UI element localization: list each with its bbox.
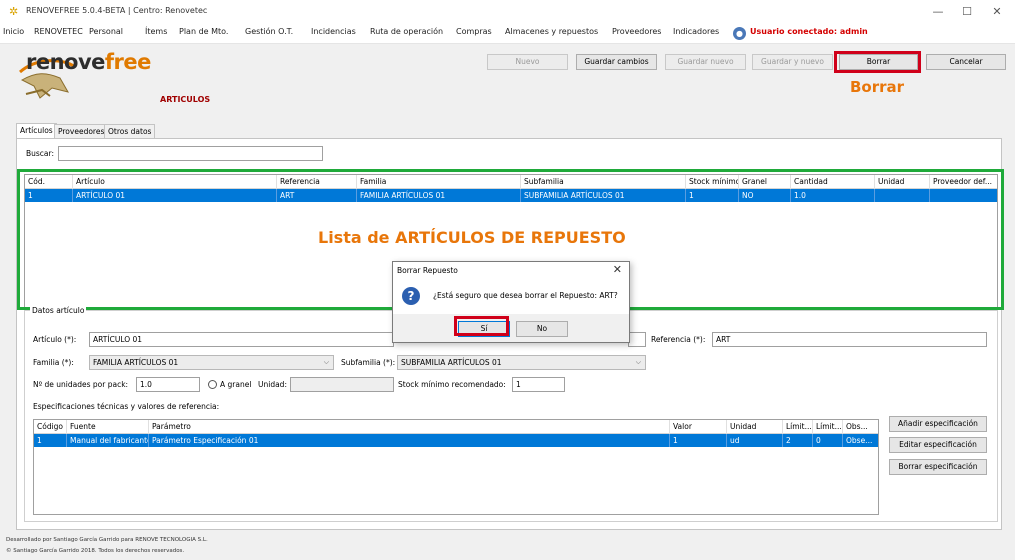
- cancelar-button[interactable]: Cancelar: [926, 54, 1006, 70]
- spec-cell-valor: 1: [670, 434, 727, 447]
- close-window-button[interactable]: ✕: [982, 2, 1012, 22]
- familia-select-value: FAMILIA ARTÍCULOS 01: [93, 358, 179, 367]
- menu-bar: Inicio RENOVETEC Personal Ítems Plan de …: [0, 24, 1015, 44]
- spec-col-limite-2[interactable]: Límit...: [813, 420, 843, 434]
- spec-cell-parametro: Parámetro Especificación 01: [149, 434, 670, 447]
- referencia-field[interactable]: ART: [712, 332, 987, 347]
- nuevo-button[interactable]: Nuevo: [487, 54, 568, 70]
- borrar-annotation: Borrar: [850, 78, 905, 96]
- menu-item-incidencias[interactable]: Incidencias: [311, 27, 356, 36]
- borrar-highlight-frame: [834, 51, 921, 73]
- unidad-label: Unidad:: [258, 380, 287, 389]
- familia-label: Familia (*):: [33, 358, 74, 367]
- no-button[interactable]: No: [516, 321, 568, 337]
- menu-item-items[interactable]: Ítems: [145, 27, 167, 36]
- window-title: RENOVEFREE 5.0.4-BETA | Centro: Renovete…: [26, 6, 208, 15]
- delete-specification-button[interactable]: Borrar especificación: [889, 459, 987, 475]
- spec-cell-limite-2: 0: [813, 434, 843, 447]
- yes-highlight-frame: [454, 316, 509, 336]
- specs-label: Especificaciones técnicas y valores de r…: [33, 402, 220, 411]
- chevron-down-icon: ⌵: [635, 358, 641, 366]
- guardar-y-nuevo-button[interactable]: Guardar y nuevo: [752, 54, 833, 70]
- spec-cell-fuente: Manual del fabricante: [67, 434, 149, 447]
- dialog-body: ? ¿Está seguro que desea borrar el Repue…: [393, 280, 629, 316]
- menu-item-inicio[interactable]: Inicio: [3, 27, 24, 36]
- subfamilia-select-value: SUBFAMILIA ARTÍCULOS 01: [401, 358, 502, 367]
- table-row[interactable]: 1 Manual del fabricante Parámetro Especi…: [34, 434, 878, 447]
- search-label: Buscar:: [26, 149, 55, 158]
- menu-item-personal[interactable]: Personal: [89, 27, 123, 36]
- add-specification-button[interactable]: Añadir especificación: [889, 416, 987, 432]
- guardar-cambios-button[interactable]: Guardar cambios: [576, 54, 657, 70]
- title-bar: ✲ RENOVEFREE 5.0.4-BETA | Centro: Renove…: [0, 0, 1015, 24]
- familia-select[interactable]: FAMILIA ARTÍCULOS 01 ⌵: [89, 355, 334, 370]
- tab-proveedores[interactable]: Proveedores: [54, 124, 109, 138]
- menu-item-plan-mto[interactable]: Plan de Mto.: [179, 27, 228, 36]
- articulo-field[interactable]: ARTÍCULO 01: [89, 332, 394, 347]
- menu-item-almacenes-repuestos[interactable]: Almacenes y repuestos: [505, 27, 598, 36]
- dialog-title: Borrar Repuesto: [397, 266, 458, 275]
- tab-articulos[interactable]: Artículos: [16, 123, 57, 138]
- edit-specification-button[interactable]: Editar especificación: [889, 437, 987, 453]
- question-icon: ?: [402, 287, 420, 305]
- stock-minimo-field[interactable]: 1: [512, 377, 565, 392]
- stock-minimo-label: Stock mínimo recomendado:: [398, 380, 506, 389]
- menu-item-ruta-operacion[interactable]: Ruta de operación: [370, 27, 443, 36]
- user-connected-label: Usuario conectado: admin: [750, 27, 868, 36]
- spec-col-parametro[interactable]: Parámetro: [149, 420, 670, 434]
- footer-developer: Desarrollado por Santiago García Garrido…: [6, 537, 208, 543]
- logo-text: renovefree: [26, 50, 151, 74]
- datos-articulo-title: Datos artículo: [30, 306, 87, 315]
- spec-col-obs[interactable]: Obs...: [843, 420, 878, 434]
- minimize-button[interactable]: —: [923, 2, 953, 22]
- search-input[interactable]: [58, 146, 323, 161]
- articulo-field-tail[interactable]: [628, 332, 646, 347]
- menu-item-renovetec[interactable]: RENOVETEC: [34, 27, 83, 36]
- form-title: ARTICULOS: [160, 95, 211, 104]
- tab-otros-datos[interactable]: Otros datos: [104, 124, 156, 138]
- dialog-message: ¿Está seguro que desea borrar el Repuest…: [433, 291, 618, 300]
- borrar-repuesto-dialog: Borrar Repuesto ✕ ? ¿Está seguro que des…: [392, 261, 630, 343]
- spec-col-codigo[interactable]: Código: [34, 420, 67, 434]
- granel-radio[interactable]: [208, 380, 217, 389]
- menu-item-proveedores[interactable]: Proveedores: [612, 27, 661, 36]
- subfamilia-label: Subfamilia (*):: [341, 358, 396, 367]
- referencia-label: Referencia (*):: [651, 335, 706, 344]
- spec-cell-obs: Obse...: [846, 436, 873, 445]
- spec-col-unidad[interactable]: Unidad: [727, 420, 783, 434]
- spec-cell-limite-1: 2: [783, 434, 813, 447]
- spec-cell-codigo: 1: [34, 434, 67, 447]
- guardar-nuevo-button[interactable]: Guardar nuevo: [665, 54, 746, 70]
- maximize-button[interactable]: ☐: [952, 2, 982, 22]
- app-icon: ✲: [9, 5, 19, 18]
- footer-copyright: © Santiago García Garrido 2018. Todos lo…: [6, 548, 185, 554]
- spec-col-fuente[interactable]: Fuente: [67, 420, 149, 434]
- spec-col-limite-1[interactable]: Límit...: [783, 420, 813, 434]
- lista-annotation: Lista de ARTÍCULOS DE REPUESTO: [318, 228, 626, 247]
- spec-cell-unidad: ud: [727, 434, 783, 447]
- granel-label: A granel: [220, 380, 252, 389]
- menu-item-indicadores[interactable]: Indicadores: [673, 27, 719, 36]
- specs-table: Código Fuente Parámetro Valor Unidad Lím…: [33, 419, 879, 515]
- user-icon: ●: [733, 27, 746, 40]
- unidad-field[interactable]: [290, 377, 394, 392]
- pack-field[interactable]: 1.0: [136, 377, 200, 392]
- articulo-label: Artículo (*):: [33, 335, 77, 344]
- spec-col-valor[interactable]: Valor: [670, 420, 727, 434]
- chevron-down-icon: ⌵: [323, 358, 329, 366]
- menu-item-gestion-ot[interactable]: Gestión O.T.: [245, 27, 293, 36]
- close-icon[interactable]: ✕: [613, 263, 622, 276]
- menu-item-compras[interactable]: Compras: [456, 27, 492, 36]
- pack-label: Nº de unidades por pack:: [33, 380, 129, 389]
- subfamilia-select[interactable]: SUBFAMILIA ARTÍCULOS 01 ⌵: [397, 355, 646, 370]
- specs-table-header: Código Fuente Parámetro Valor Unidad Lím…: [34, 420, 878, 434]
- dialog-footer: Sí No: [393, 314, 629, 342]
